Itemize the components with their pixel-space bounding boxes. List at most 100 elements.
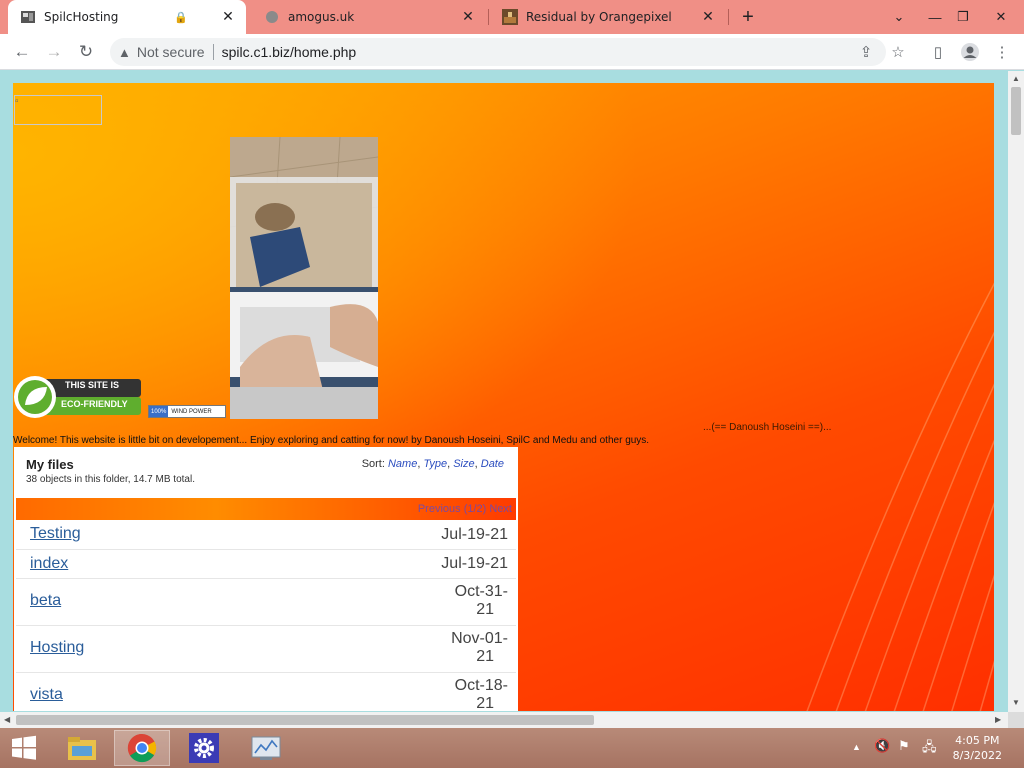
restore-button[interactable]: ❐ bbox=[946, 0, 980, 34]
monitor-chart-icon bbox=[251, 736, 281, 760]
file-date-line2: 21 bbox=[476, 601, 494, 618]
file-date: Jul-19-21 bbox=[436, 555, 508, 573]
url-text[interactable]: spilc.c1.biz/home.php bbox=[222, 44, 357, 60]
system-clock[interactable]: 4:05 PM 8/3/2022 bbox=[953, 733, 1002, 763]
file-date: Jul-19-21 bbox=[436, 526, 508, 544]
file-date: Nov-01- 21 bbox=[436, 630, 508, 666]
broken-image-icon: ▫ bbox=[15, 96, 19, 107]
author-credit: ...(== Danoush Hoseini ==)... bbox=[703, 422, 832, 433]
file-panel-header: My files 38 objects in this folder, 14.7… bbox=[14, 447, 518, 497]
pager-next-link[interactable]: Next bbox=[489, 503, 512, 515]
security-label[interactable]: Not secure bbox=[137, 44, 205, 60]
clock-date: 8/3/2022 bbox=[952, 749, 1002, 762]
menu-kebab-icon[interactable]: ⋮ bbox=[990, 40, 1014, 64]
file-panel-title: My files bbox=[26, 457, 74, 472]
file-panel: My files 38 objects in this folder, 14.7… bbox=[14, 447, 518, 711]
vertical-scroll-thumb[interactable] bbox=[1011, 87, 1021, 135]
show-hidden-icons-icon[interactable]: ▲ bbox=[852, 742, 861, 752]
file-list: Testing Jul-19-21 index Jul-19-21 beta O… bbox=[16, 521, 516, 711]
file-link-vista[interactable]: vista bbox=[30, 686, 63, 704]
close-tab-icon[interactable]: ✕ bbox=[458, 7, 478, 27]
start-button[interactable] bbox=[0, 730, 48, 766]
horizontal-scroll-thumb[interactable] bbox=[16, 715, 594, 725]
taskbar-chrome[interactable] bbox=[114, 730, 170, 766]
scroll-left-arrow-icon[interactable]: ◀ bbox=[4, 715, 10, 724]
share-icon[interactable]: ⇪ bbox=[854, 40, 878, 64]
reload-icon[interactable]: ↻ bbox=[74, 40, 98, 64]
back-icon[interactable]: ← bbox=[10, 40, 34, 64]
windows-logo-icon bbox=[12, 735, 36, 760]
tab-divider bbox=[488, 9, 489, 25]
close-tab-icon[interactable]: ✕ bbox=[218, 7, 238, 27]
file-row: index Jul-19-21 bbox=[16, 550, 516, 579]
taskbar-file-explorer[interactable] bbox=[54, 730, 110, 766]
file-date: Oct-31- 21 bbox=[436, 583, 508, 619]
game-favicon-icon bbox=[502, 9, 518, 25]
side-panel-icon[interactable]: ▯ bbox=[926, 40, 950, 64]
sort-type-link[interactable]: Type bbox=[423, 458, 447, 470]
wind-power-badge: 100% WIND POWER bbox=[148, 405, 226, 418]
tab-divider bbox=[728, 9, 729, 25]
horizontal-scrollbar[interactable]: ◀ ▶ bbox=[0, 712, 1008, 728]
warning-icon[interactable]: ▲ bbox=[118, 45, 131, 60]
file-link-hosting[interactable]: Hosting bbox=[30, 639, 84, 657]
eco-badge-line2: ECO-FRIENDLY bbox=[61, 399, 128, 409]
pager-previous-link[interactable]: Previous bbox=[418, 503, 461, 515]
flag-alert-icon[interactable]: ⚑ bbox=[898, 738, 910, 754]
file-date-line2: 21 bbox=[476, 695, 494, 711]
globe-favicon-icon bbox=[264, 9, 280, 25]
file-date: Oct-18- 21 bbox=[436, 677, 508, 711]
pager-page: (1/2) bbox=[463, 503, 487, 515]
close-tab-icon[interactable]: ✕ bbox=[698, 7, 718, 27]
audio-icon: 🔒 bbox=[174, 10, 188, 24]
eco-friendly-badge: THIS SITE IS ECO-FRIENDLY bbox=[13, 375, 143, 419]
file-row: Testing Jul-19-21 bbox=[16, 521, 516, 550]
tab-residual[interactable]: Residual by Orangepixel ✕ bbox=[490, 0, 726, 34]
tab-strip: SpilcHosting 🔒 ✕ amogus.uk ✕ Residual by… bbox=[0, 0, 1024, 34]
bookmark-star-icon[interactable]: ☆ bbox=[886, 40, 910, 64]
taskbar: ▲ 🔇 ⚑ 🖧 4:05 PM 8/3/2022 bbox=[0, 728, 1024, 768]
tab-spilchosting[interactable]: SpilcHosting 🔒 ✕ bbox=[8, 0, 246, 34]
tab-title: Residual by Orangepixel bbox=[526, 10, 672, 24]
tab-amogus[interactable]: amogus.uk ✕ bbox=[252, 0, 486, 34]
network-icon[interactable]: 🖧 bbox=[922, 738, 937, 760]
tab-title: amogus.uk bbox=[288, 10, 355, 24]
file-link-index[interactable]: index bbox=[30, 555, 68, 573]
file-link-testing[interactable]: Testing bbox=[30, 525, 81, 543]
scroll-right-arrow-icon[interactable]: ▶ bbox=[995, 715, 1001, 724]
new-tab-button[interactable]: + bbox=[736, 6, 760, 28]
vertical-scrollbar[interactable]: ▲ ▼ bbox=[1008, 71, 1024, 712]
scroll-up-arrow-icon[interactable]: ▲ bbox=[1012, 74, 1020, 83]
folder-icon bbox=[68, 737, 96, 760]
taskbar-resource-monitor[interactable] bbox=[238, 730, 294, 766]
laptop-photo bbox=[230, 137, 378, 419]
page-viewport: ▫ THIS SITE IS ECO-FRIENDLY 100% WIND PO… bbox=[0, 71, 1008, 711]
tab-title: SpilcHosting bbox=[44, 10, 119, 24]
tab-search-chevron-icon[interactable]: ⌄ bbox=[882, 0, 916, 34]
close-window-button[interactable]: ✕ bbox=[984, 0, 1018, 34]
file-date-line1: Nov-01- bbox=[451, 630, 508, 647]
address-bar[interactable]: ▲ Not secure spilc.c1.biz/home.php bbox=[110, 38, 886, 66]
file-link-beta[interactable]: beta bbox=[30, 592, 61, 610]
wind-badge-label: WIND POWER bbox=[171, 408, 212, 415]
scrollbar-corner bbox=[1008, 712, 1024, 728]
file-date-line1: Oct-31- bbox=[454, 583, 508, 600]
profile-avatar-icon[interactable] bbox=[958, 40, 982, 64]
file-date-line1: Oct-18- bbox=[454, 677, 508, 694]
broken-image: ▫ bbox=[14, 95, 102, 125]
eco-badge-line1: THIS SITE IS bbox=[65, 380, 120, 390]
scroll-down-arrow-icon[interactable]: ▼ bbox=[1012, 698, 1020, 707]
speaker-muted-icon[interactable]: 🔇 bbox=[874, 738, 890, 754]
sort-name-link[interactable]: Name bbox=[388, 458, 417, 470]
file-date-line1: Jul-19-21 bbox=[441, 555, 508, 572]
sort-size-link[interactable]: Size bbox=[453, 458, 474, 470]
file-row: Hosting Nov-01- 21 bbox=[16, 626, 516, 673]
sort-bar: Sort: Name, Type, Size, Date bbox=[361, 458, 504, 470]
taskbar-settings[interactable] bbox=[176, 730, 232, 766]
site-favicon-icon bbox=[20, 9, 36, 25]
file-panel-summary: 38 objects in this folder, 14.7 MB total… bbox=[26, 474, 195, 485]
sort-date-link[interactable]: Date bbox=[481, 458, 504, 470]
file-date-line2: 21 bbox=[476, 648, 494, 665]
site-background: ▫ THIS SITE IS ECO-FRIENDLY 100% WIND PO… bbox=[13, 83, 994, 711]
forward-icon[interactable]: → bbox=[42, 40, 66, 64]
